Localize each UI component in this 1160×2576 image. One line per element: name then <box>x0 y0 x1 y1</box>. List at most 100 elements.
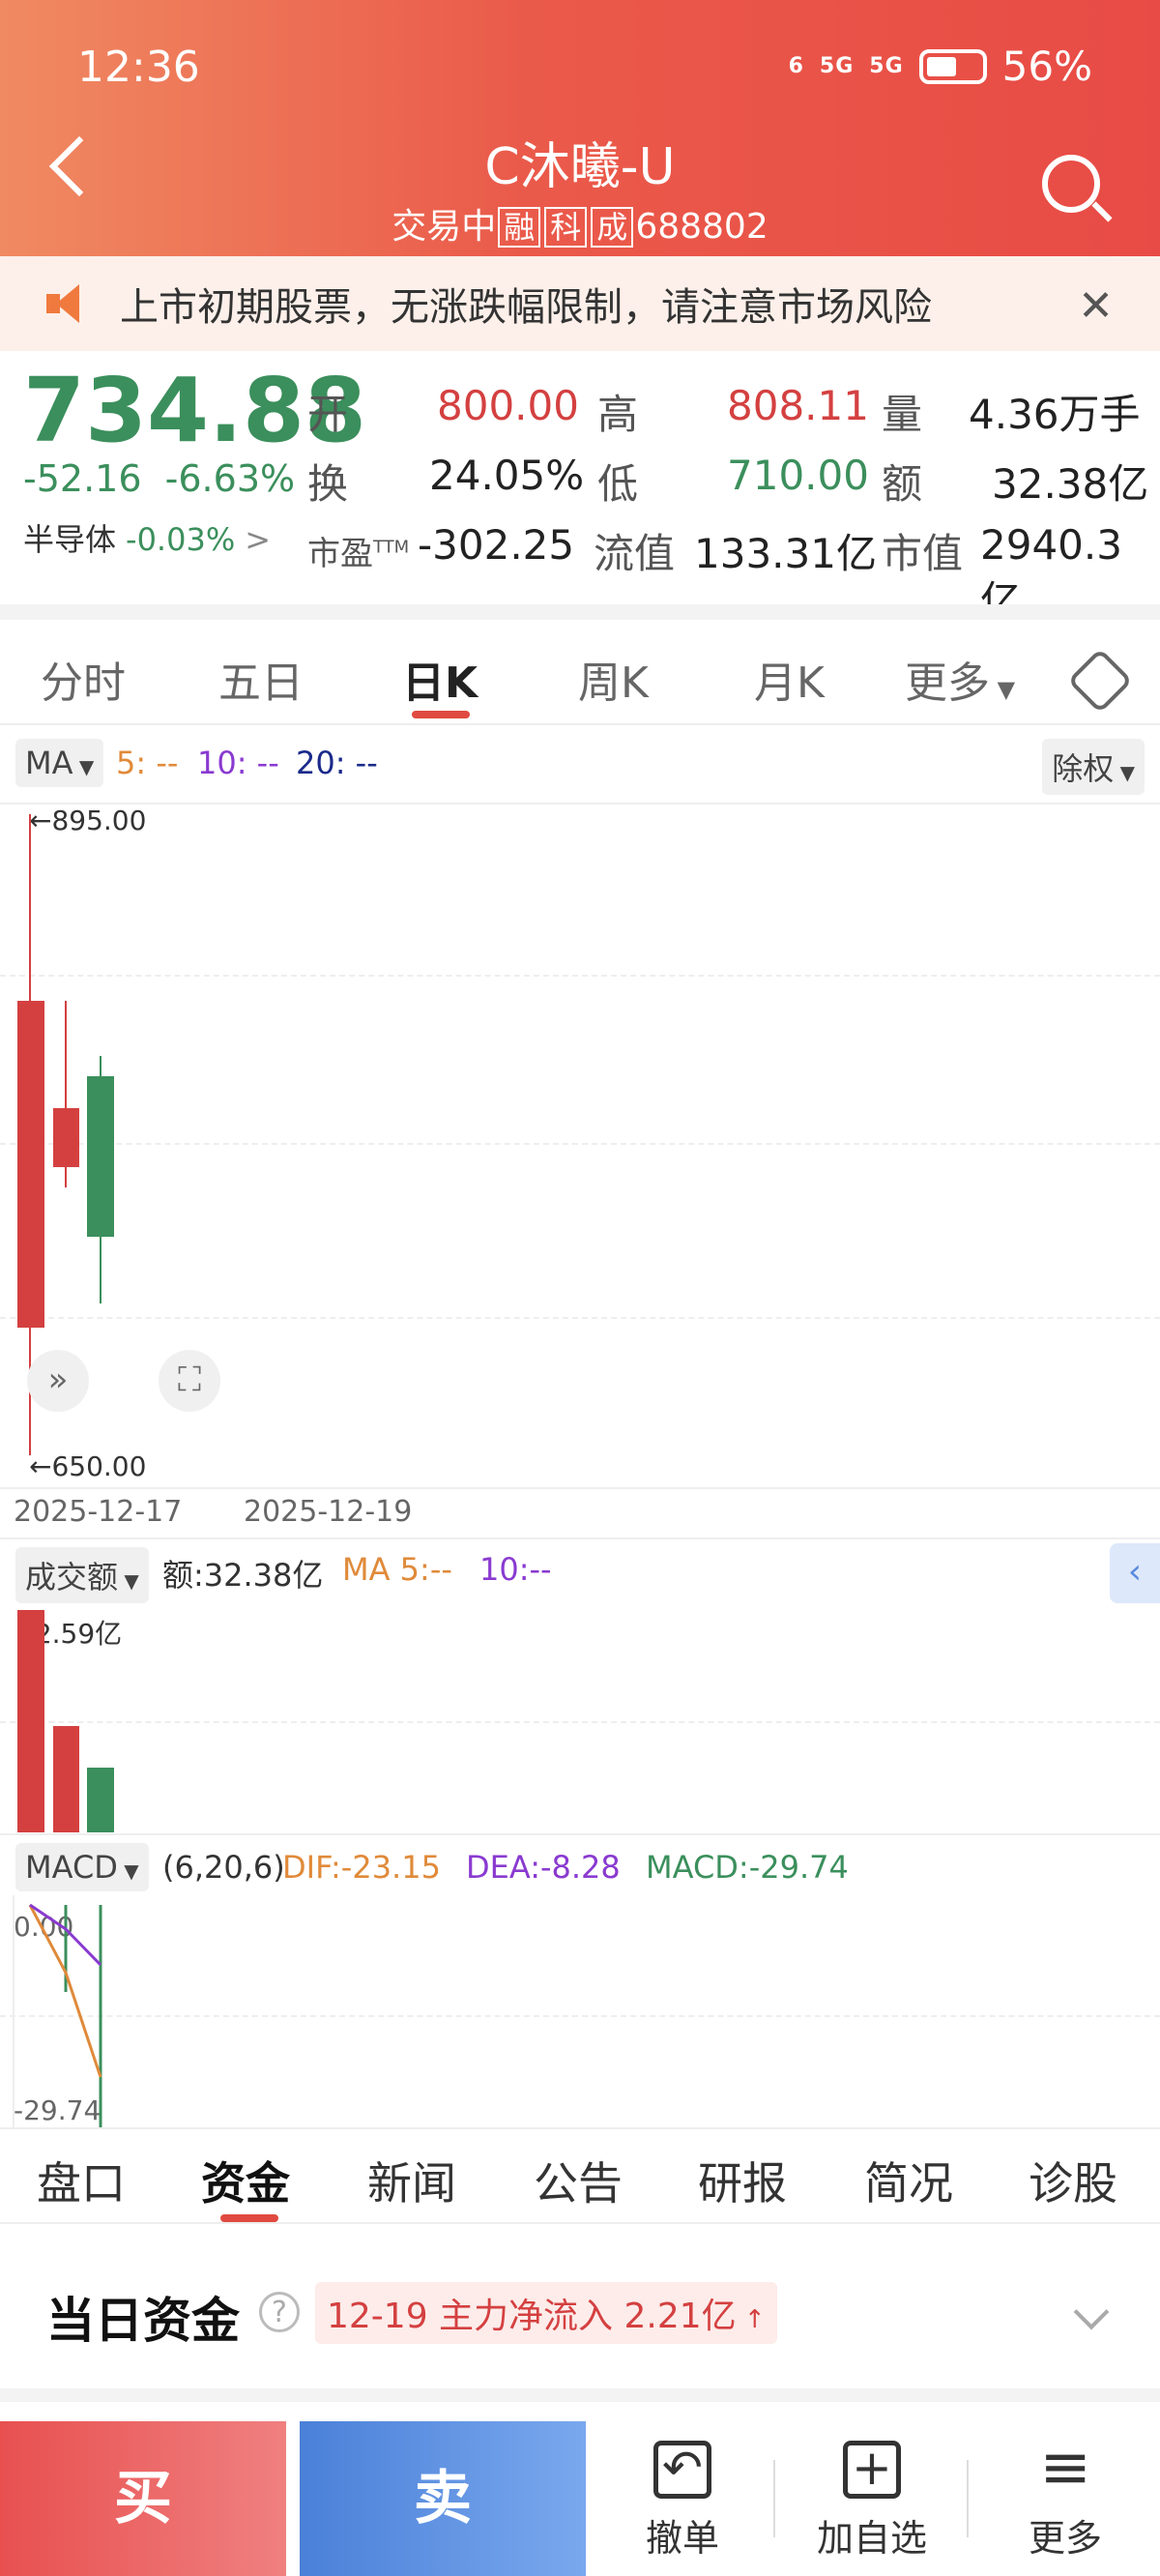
macd-dif: DIF:-23.15 <box>282 1849 441 1886</box>
tab-funds[interactable]: 资金 <box>201 2149 290 2212</box>
add-watchlist-label: 加自选 <box>816 2517 927 2560</box>
daily-fund-row[interactable]: 当日资金 ? 12-19 主力净流入 2.21亿 ↑ <box>0 2241 1160 2367</box>
sector-link[interactable]: 半导体 -0.03% > <box>23 515 271 560</box>
fund-title: 当日资金 <box>46 2293 240 2349</box>
open-label: 开 <box>307 391 349 438</box>
tab-monthly-k[interactable]: 月K <box>754 648 825 710</box>
chevron-right-icon: > <box>245 521 272 558</box>
plus-icon: + <box>843 2441 901 2499</box>
sector-name: 半导体 <box>23 521 117 558</box>
macd-top-line <box>0 1833 1160 1835</box>
ma10-value: 10: -- <box>197 745 279 781</box>
section-divider <box>0 604 1160 620</box>
amount-value: 32.38亿 <box>992 460 1149 508</box>
tag-margin: 融 <box>498 207 541 248</box>
low-label: 低 <box>597 460 639 508</box>
tag-star: 科 <box>544 207 588 248</box>
trade-status: 交易中 <box>392 207 497 247</box>
undo-icon: ↶ <box>653 2441 711 2499</box>
search-icon[interactable] <box>1042 155 1100 213</box>
tab-weekly-k[interactable]: 周K <box>578 648 649 710</box>
status-time: 12:36 <box>77 43 200 92</box>
candle-2025-12-18 <box>53 1001 79 1187</box>
wifi-icon: 6 <box>788 54 804 78</box>
battery-icon <box>918 48 987 84</box>
tab-intraday[interactable]: 分时 <box>41 648 126 710</box>
tab-more[interactable]: 更多 ▼ <box>905 648 1015 710</box>
volume-ma5: MA 5:-- <box>342 1551 452 1588</box>
price-change: -52.16 -6.63% <box>23 457 295 500</box>
chart-tabs: 分时 五日 日K 周K 月K 更多 ▼ <box>0 619 1160 725</box>
macd-selector[interactable]: MACD ▼ <box>15 1843 149 1891</box>
volume-value: 4.36万手 <box>969 391 1141 438</box>
turnover-label: 换 <box>307 460 349 508</box>
chevron-down-icon[interactable] <box>1073 2294 1110 2330</box>
date-end: 2025-12-19 <box>244 1495 413 1529</box>
fullscreen-icon[interactable]: ⛶ <box>159 1350 220 1412</box>
buy-button[interactable]: 买 <box>0 2421 286 2576</box>
section-divider <box>0 2388 1160 2402</box>
macd-params: (6,20,6) <box>162 1849 285 1886</box>
volume-label: 量 <box>882 391 923 438</box>
menu-icon: ≡ <box>1039 2432 1091 2503</box>
tab-profile[interactable]: 简况 <box>864 2149 953 2212</box>
cancel-order-button[interactable]: ↶ 撤单 <box>595 2421 769 2576</box>
volume-bar-2025-12-17 <box>17 1610 44 1832</box>
cancel-order-label: 撤单 <box>645 2517 719 2560</box>
signal-icon-1: 5G <box>819 54 855 78</box>
mcap-label: 市值 <box>882 530 964 577</box>
macd-value: MACD:-29.74 <box>646 1849 849 1886</box>
close-icon[interactable]: ✕ <box>1078 281 1114 331</box>
quote-panel: 734.88 -52.16 -6.63% 半导体 -0.03% > 开 800.00… <box>0 351 1160 625</box>
speaker-icon <box>46 284 85 323</box>
adjust-selector[interactable]: 除权 ▼ <box>1042 739 1145 795</box>
action-bar: 买 卖 ↶ 撤单 + 加自选 ≡ 更多 <box>0 2421 1160 2576</box>
tab-announcements[interactable]: 公告 <box>534 2149 623 2212</box>
fund-inflow-badge: 12-19 主力净流入 2.21亿 ↑ <box>315 2282 777 2344</box>
notice-text: 上市初期股票，无涨跌幅限制，请注意市场风险 <box>120 285 932 330</box>
candle-2025-12-19 <box>87 1056 114 1303</box>
ma5-value: 5: -- <box>116 745 179 781</box>
turnover-value: 24.05% <box>429 452 585 499</box>
open-value: 800.00 <box>437 382 579 429</box>
sell-button[interactable]: 卖 <box>300 2421 586 2576</box>
volume-bar-2025-12-19 <box>87 1768 114 1832</box>
tab-news[interactable]: 新闻 <box>367 2149 456 2212</box>
sector-change: -0.03% <box>126 521 236 558</box>
float-value: 133.31亿 <box>694 530 877 577</box>
stock-code: 688802 <box>635 207 768 247</box>
volume-amount: 额:32.38亿 <box>162 1557 324 1594</box>
more-actions-button[interactable]: ≡ 更多 <box>978 2421 1152 2576</box>
tag-component: 成 <box>591 207 634 248</box>
volume-selector[interactable]: 成交额 ▼ <box>15 1547 149 1603</box>
expand-left-icon[interactable]: » <box>27 1350 89 1412</box>
volume-bars <box>17 1610 114 1832</box>
tab-diagnosis[interactable]: 诊股 <box>1029 2149 1117 2212</box>
tab-five-day[interactable]: 五日 <box>218 648 304 710</box>
add-watchlist-button[interactable]: + 加自选 <box>785 2421 959 2576</box>
risk-notice: 上市初期股票，无涨跌幅限制，请注意市场风险 ✕ <box>0 256 1160 351</box>
macd-dea: DEA:-8.28 <box>466 1849 621 1886</box>
stock-subtitle: 交易中融科成 688802 <box>0 198 1160 249</box>
volume-bar-2025-12-18 <box>53 1726 79 1832</box>
more-actions-label: 更多 <box>1028 2517 1102 2560</box>
ma-selector[interactable]: MA ▼ <box>15 739 104 787</box>
date-start: 2025-12-17 <box>14 1495 183 1529</box>
change-percent: -6.63% <box>164 457 296 500</box>
help-icon[interactable]: ? <box>259 2292 300 2332</box>
tab-daily-k[interactable]: 日K <box>402 648 478 710</box>
low-value: 710.00 <box>727 452 869 499</box>
macd-chart <box>13 1895 102 2127</box>
float-label: 流值 <box>594 530 676 577</box>
separator <box>773 2460 775 2537</box>
tab-orderbook[interactable]: 盘口 <box>37 2149 126 2212</box>
pe-value: -302.25 <box>418 521 575 569</box>
tab-research[interactable]: 研报 <box>698 2149 787 2212</box>
detail-tabs: 盘口 资金 新闻 公告 研报 简况 诊股 <box>0 2127 1160 2224</box>
volume-top-line <box>0 1537 1160 1539</box>
collapse-panel-icon[interactable]: ‹ <box>1110 1543 1160 1603</box>
active-tab-indicator <box>412 711 470 718</box>
status-icons: 6 5G 5G 56% <box>789 43 1092 90</box>
settings-icon[interactable] <box>1067 648 1133 714</box>
volume-ma10: 10:-- <box>479 1551 552 1588</box>
